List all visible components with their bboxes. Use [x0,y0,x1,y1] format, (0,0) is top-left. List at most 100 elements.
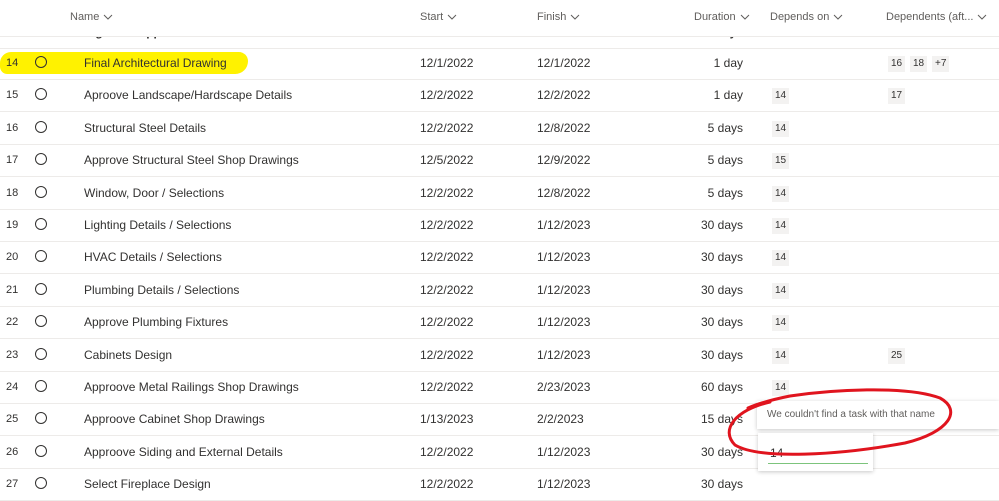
complete-circle-icon[interactable] [35,88,47,101]
depends-on-chip[interactable]: 14 [772,380,790,396]
task-duration[interactable]: 30 days [701,209,743,241]
dependent-chip[interactable]: +7 [932,56,950,72]
task-finish[interactable]: 12/1/2022 [537,47,590,79]
table-row[interactable]: 27 Select Fireplace Design 12/2/2022 1/12/2… [0,468,999,501]
task-finish[interactable]: 1/12/2023 [537,209,590,241]
task-start[interactable]: 12/2/2022 [420,177,473,209]
task-finish[interactable]: 12/2/2022 [537,79,590,111]
task-name[interactable]: Lighting Details / Selections [84,209,231,241]
table-row[interactable]: 16 Structural Steel Details 12/2/2022 12/8/… [0,112,999,145]
task-duration[interactable]: 30 days [701,468,743,500]
task-name[interactable]: HVAC Details / Selections [84,241,222,273]
task-finish[interactable]: 2/23/2023 [537,371,590,403]
task-start[interactable]: 12/2/2022 [420,468,473,500]
dependent-chip[interactable]: 16 [888,56,906,72]
complete-circle-icon[interactable] [35,444,47,457]
task-duration[interactable]: 5 days [708,177,743,209]
dependent-chip[interactable]: 17 [888,88,906,105]
column-header-duration[interactable]: Duration [694,11,750,23]
task-finish[interactable]: 1/12/2023 [537,339,590,371]
table-row[interactable]: 19 Lighting Details / Selections 12/2/2022… [0,209,999,242]
task-start[interactable]: 12/5/2022 [420,144,473,176]
task-name[interactable]: Approove Siding and External Details [84,436,283,468]
task-start[interactable]: 12/2/2022 [420,339,473,371]
table-row[interactable]: 18 Window, Door / Selections 12/2/2022 12/8… [0,177,999,210]
column-header-name[interactable]: Name [70,11,113,23]
complete-circle-icon[interactable] [35,347,47,360]
task-name[interactable]: Final Architectural Drawing [84,47,227,79]
task-duration[interactable]: 30 days [701,306,743,338]
task-start[interactable]: 12/2/2022 [420,371,473,403]
column-header-start[interactable]: Start [420,11,457,23]
complete-circle-icon[interactable] [35,120,47,133]
task-name[interactable]: Approve Structural Steel Shop Drawings [84,144,299,176]
complete-circle-icon[interactable] [35,380,47,392]
depends-on-chip[interactable]: 14 [772,218,790,234]
complete-circle-icon[interactable] [35,477,47,490]
task-start[interactable]: 12/2/2022 [420,112,473,144]
depends-on-chip[interactable]: 14 [772,282,790,299]
task-name[interactable]: Cabinets Design [84,339,172,371]
task-finish[interactable]: 1/12/2023 [537,468,590,500]
table-row[interactable]: 22 Approve Plumbing Fixtures 12/2/2022 1/12… [0,306,999,340]
task-name[interactable]: Window, Door / Selections [84,177,224,209]
task-duration[interactable]: 30 days [701,241,743,273]
task-finish[interactable]: 12/9/2022 [537,144,590,176]
task-start[interactable]: 12/2/2022 [420,306,473,338]
table-row[interactable]: 21 Plumbing Details / Selections 12/2/2022… [0,274,999,307]
task-start[interactable]: 12/1/2022 [420,47,473,79]
task-name[interactable]: Structural Steel Details [84,112,206,144]
task-finish[interactable]: 2/2/2023 [537,403,584,435]
complete-circle-icon[interactable] [35,315,47,328]
task-start[interactable]: 12/2/2022 [420,436,473,468]
column-header-finish[interactable]: Finish [537,11,580,23]
task-duration[interactable]: 30 days [701,339,743,371]
dependent-chip[interactable]: 18 [910,56,928,72]
depends-on-chip[interactable]: 14 [772,250,790,267]
task-start[interactable]: 12/2/2022 [420,274,473,306]
depends-on-chip[interactable]: 15 [772,153,790,170]
task-finish[interactable]: 1/12/2023 [537,306,590,338]
task-duration[interactable]: 1 day [714,79,743,111]
complete-circle-icon[interactable] [35,56,47,68]
column-header-depends-on[interactable]: Depends on [770,11,843,23]
task-name[interactable]: Approve Plumbing Fixtures [84,306,228,338]
task-start[interactable]: 12/2/2022 [420,241,473,273]
task-finish[interactable]: 12/8/2022 [537,112,590,144]
task-name[interactable]: Approove Metal Railings Shop Drawings [84,371,299,403]
task-name[interactable]: Aproove Landscape/Hardscape Details [84,79,292,111]
task-finish[interactable]: 1/12/2023 [537,436,590,468]
depends-on-chip[interactable]: 14 [772,88,790,105]
depends-on-chip[interactable]: 14 [772,120,790,137]
task-finish[interactable]: 1/12/2023 [537,274,590,306]
depends-on-chip[interactable]: 14 [772,185,790,202]
task-finish[interactable]: 1/12/2023 [537,241,590,273]
depends-on-input[interactable] [768,443,868,464]
complete-circle-icon[interactable] [35,185,47,198]
table-row[interactable]: 14 Final Architectural Drawing 12/1/2022 12… [0,47,999,80]
task-duration[interactable]: 30 days [701,274,743,306]
task-start[interactable]: 12/2/2022 [420,209,473,241]
complete-circle-icon[interactable] [35,282,47,295]
task-name[interactable]: Plumbing Details / Selections [84,274,239,306]
table-row[interactable]: 23 Cabinets Design 12/2/2022 1/12/2023 30 da… [0,339,999,372]
depends-on-chip[interactable]: 14 [772,315,790,332]
table-row[interactable]: 17 Approve Structural Steel Shop Drawings… [0,144,999,178]
task-name[interactable]: Approove Cabinet Shop Drawings [84,403,265,435]
column-header-dependents[interactable]: Dependents (aft... [886,11,987,23]
task-duration[interactable]: 60 days [701,371,743,403]
dependent-chip[interactable]: 25 [888,347,906,364]
task-duration[interactable]: 30 days [701,436,743,468]
table-row[interactable]: 20 HVAC Details / Selections 12/2/2022 1/12… [0,241,999,275]
task-duration[interactable]: 1 day [714,47,743,79]
table-row[interactable]: 15 Aproove Landscape/Hardscape Details 12/… [0,79,999,113]
complete-circle-icon[interactable] [35,218,47,230]
task-duration[interactable]: 5 days [708,112,743,144]
task-start[interactable]: 12/2/2022 [420,79,473,111]
complete-circle-icon[interactable] [35,153,47,166]
complete-circle-icon[interactable] [35,250,47,263]
task-start[interactable]: 1/13/2023 [420,403,473,435]
task-duration[interactable]: 5 days [708,144,743,176]
complete-circle-icon[interactable] [35,412,47,425]
task-name[interactable]: Select Fireplace Design [84,468,211,500]
